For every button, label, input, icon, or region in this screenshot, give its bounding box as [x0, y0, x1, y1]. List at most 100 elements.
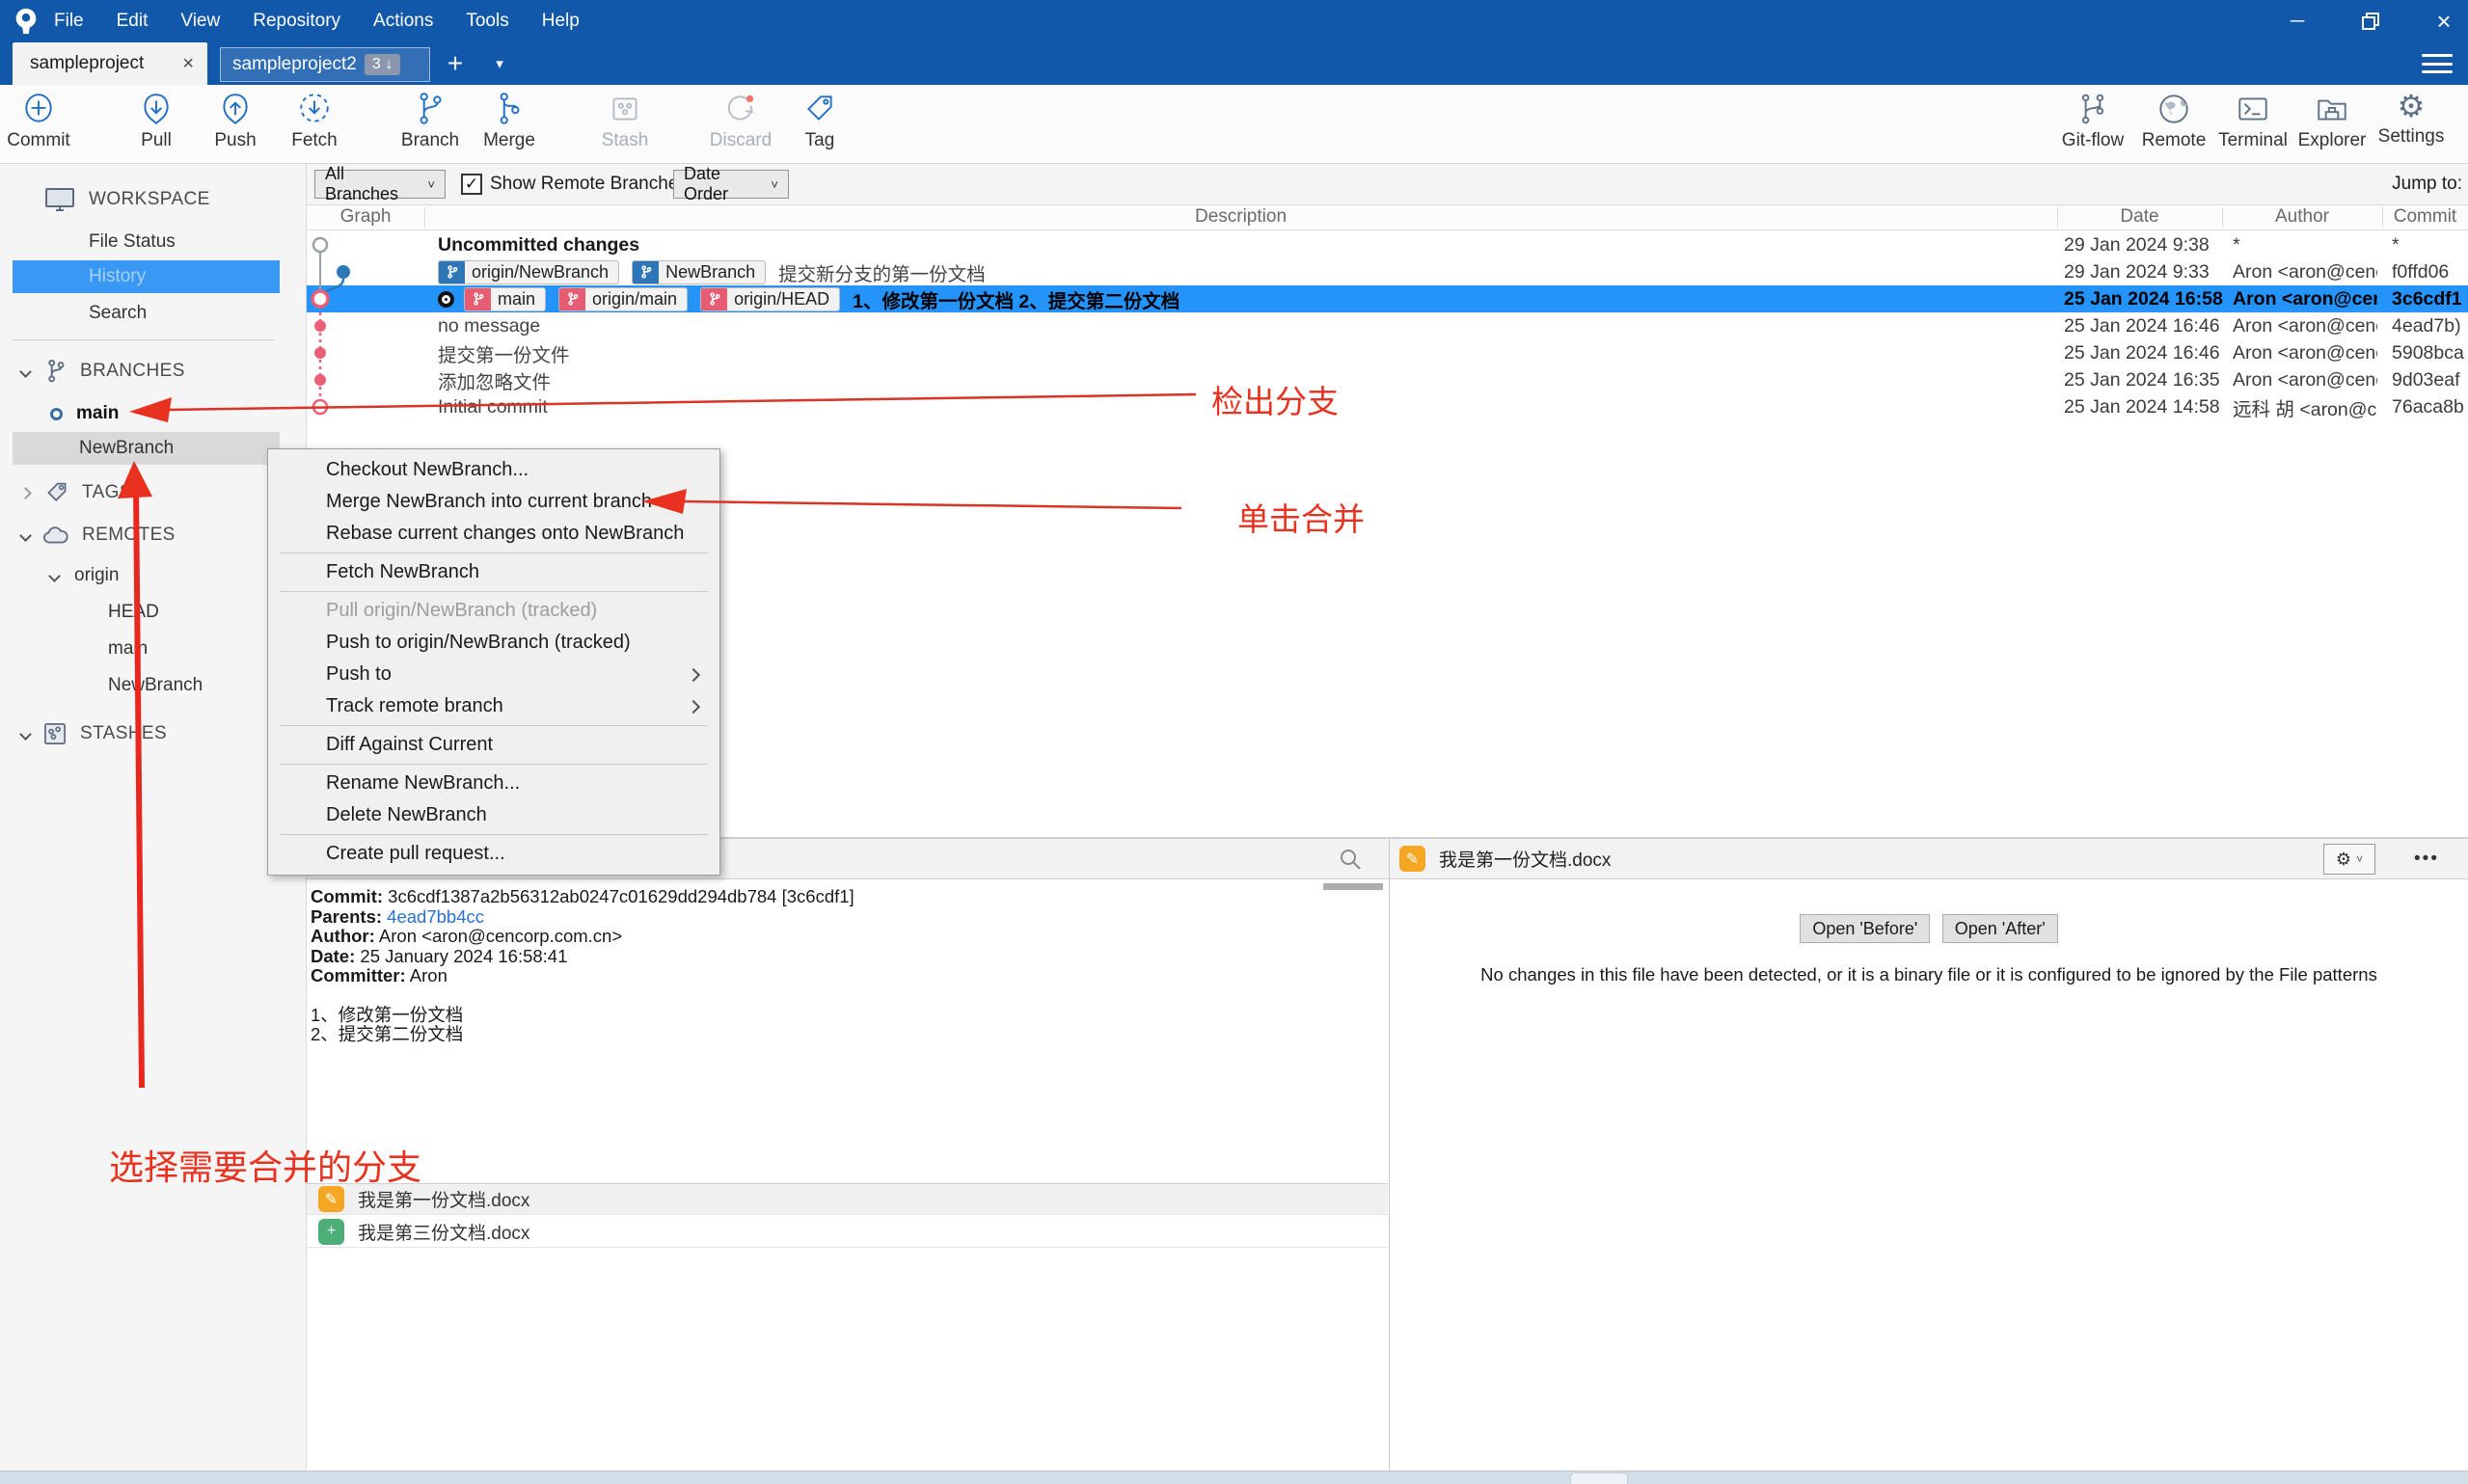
new-tab-button[interactable]: +	[439, 48, 472, 79]
merge-icon	[500, 93, 520, 124]
hamburger-menu-icon[interactable]	[2420, 50, 2454, 77]
horizontal-scrollbar[interactable]	[1323, 883, 1383, 890]
menu-tools[interactable]: Tools	[466, 11, 508, 32]
menu-item-delete[interactable]: Delete NewBranch	[270, 799, 718, 831]
history-row-newbranch-tip[interactable]: origin/NewBranch NewBranch 提交新分支的第一份文档 2…	[307, 258, 2468, 285]
history-row-initial-commit[interactable]: Initial commit 25 Jan 2024 14:58 远科 胡 <a…	[307, 393, 2468, 420]
head-indicator-icon	[438, 290, 454, 308]
ref-chip-newbranch[interactable]: NewBranch	[632, 259, 767, 284]
menu-item-create-pull-request[interactable]: Create pull request...	[270, 838, 718, 870]
gear-icon: ⚙	[2335, 849, 2352, 869]
sidebar-branch-main[interactable]: main	[0, 399, 307, 428]
menu-item-checkout[interactable]: Checkout NewBranch...	[270, 454, 718, 486]
statusbar-handle[interactable]	[1570, 1472, 1628, 1484]
history-row[interactable]: 提交第一份文件 25 Jan 2024 16:46 Aron <aron@cen…	[307, 339, 2468, 366]
sidebar-divider	[13, 339, 275, 340]
tag-button[interactable]: Tag	[773, 89, 866, 160]
sidebar-section-stashes[interactable]: STASHES	[0, 719, 307, 748]
menu-item-rebase[interactable]: Rebase current changes onto NewBranch	[270, 518, 718, 550]
sidebar-item-history[interactable]: History	[0, 262, 307, 291]
commit-button[interactable]: Commit	[0, 89, 85, 160]
sidebar-section-tags[interactable]: TAGS	[0, 478, 307, 507]
more-options-button[interactable]: •••	[2414, 844, 2439, 875]
diff-options-button[interactable]: ⚙ ˅	[2323, 844, 2375, 875]
menu-item-merge[interactable]: Merge NewBranch into current branch	[270, 486, 718, 518]
ref-chip-main[interactable]: main	[464, 286, 547, 311]
current-branch-icon	[50, 407, 63, 420]
file-list-item-modified[interactable]: ✎ 我是第一份文档.docx	[307, 1183, 1388, 1215]
terminal-icon	[2238, 97, 2267, 121]
show-remote-checkbox[interactable]: ✓	[461, 174, 482, 195]
open-before-button[interactable]: Open 'Before'	[1800, 914, 1931, 943]
branch-filter-dropdown[interactable]: All Branches ˅	[314, 164, 446, 203]
menu-item-push-to[interactable]: Push to	[270, 659, 718, 690]
close-button[interactable]: ×	[2429, 7, 2458, 36]
column-header-date[interactable]: Date	[2057, 206, 2222, 228]
menu-item-track-remote[interactable]: Track remote branch	[270, 690, 718, 722]
submenu-chevron-icon	[686, 667, 701, 682]
sidebar-remote-head[interactable]: HEAD	[0, 598, 307, 627]
menu-file[interactable]: File	[54, 11, 84, 32]
sidebar-branch-newbranch[interactable]: NewBranch	[0, 434, 307, 463]
git-flow-button[interactable]: Git-flow	[2047, 89, 2139, 160]
history-row[interactable]: 添加忽略文件 25 Jan 2024 16:35 Aron <aron@cenc…	[307, 366, 2468, 393]
no-changes-message: No changes in this file have been detect…	[1480, 964, 2377, 985]
menu-item-pull: Pull origin/NewBranch (tracked)	[326, 600, 598, 621]
search-icon[interactable]	[1339, 848, 1362, 871]
menu-edit[interactable]: Edit	[117, 11, 149, 32]
menu-item-rename[interactable]: Rename NewBranch...	[270, 768, 718, 799]
tab-sampleproject2[interactable]: sampleproject2 3 ↓	[220, 47, 430, 82]
pull-icon	[144, 94, 169, 124]
menu-actions[interactable]: Actions	[373, 11, 433, 32]
menu-repository[interactable]: Repository	[253, 11, 340, 32]
settings-button[interactable]: ⚙ Settings	[2365, 89, 2457, 160]
menu-view[interactable]: View	[180, 11, 220, 32]
fetch-button[interactable]: Fetch	[268, 89, 361, 160]
history-row-selected-main[interactable]: main origin/main origin/HEAD 1、修改第一份文档 2…	[307, 285, 2468, 312]
chevron-down-icon	[19, 528, 32, 542]
open-after-button[interactable]: Open 'After'	[1941, 914, 2058, 943]
file-list-item-added[interactable]: + 我是第三份文档.docx	[307, 1216, 1388, 1248]
sidebar-remote-newbranch[interactable]: NewBranch	[0, 671, 307, 700]
diff-pane: ✎ 我是第一份文档.docx ⚙ ˅ ••• Open 'Before' Ope…	[1390, 839, 2468, 1471]
branch-icon	[465, 287, 491, 310]
sidebar-remote-origin[interactable]: origin	[0, 561, 307, 590]
history-row-uncommitted[interactable]: Uncommitted changes 29 Jan 2024 9:38 * *	[307, 231, 2468, 258]
parent-commit-link[interactable]: 4ead7bb4cc	[387, 906, 484, 927]
sidebar-section-remotes[interactable]: REMOTES	[0, 521, 307, 550]
modified-file-icon: ✎	[1399, 846, 1425, 872]
sidebar-remote-main[interactable]: main	[0, 634, 307, 663]
sidebar-item-search[interactable]: Search	[0, 299, 307, 328]
sort-order-dropdown[interactable]: Date Order ˅	[673, 164, 789, 203]
commit-message-line: 1、修改第一份文档	[311, 1004, 464, 1025]
restore-icon	[2362, 13, 2379, 30]
tab-sampleproject[interactable]: sampleproject ×	[13, 42, 207, 85]
tab-list-dropdown[interactable]: ▾	[487, 48, 512, 79]
menu-item-diff-against-current[interactable]: Diff Against Current	[270, 729, 718, 761]
column-header-author[interactable]: Author	[2222, 206, 2382, 228]
column-header-graph[interactable]: Graph	[307, 206, 424, 228]
history-row[interactable]: no message 25 Jan 2024 16:46 Aron <aron@…	[307, 312, 2468, 339]
menu-item-push-tracked[interactable]: Push to origin/NewBranch (tracked)	[270, 627, 718, 659]
stash-button[interactable]: Stash	[579, 89, 671, 160]
branch-icon	[559, 287, 586, 310]
ref-chip-origin-newbranch[interactable]: origin/NewBranch	[438, 259, 620, 284]
ref-chip-origin-head[interactable]: origin/HEAD	[700, 286, 841, 311]
menu-separator	[280, 834, 708, 835]
close-tab-icon[interactable]: ×	[182, 53, 194, 75]
menu-help[interactable]: Help	[542, 11, 580, 32]
menu-separator	[280, 725, 708, 726]
column-header-description[interactable]: Description	[424, 206, 2057, 228]
ref-chip-origin-main[interactable]: origin/main	[558, 286, 689, 311]
restore-button[interactable]	[2356, 7, 2385, 36]
sidebar-section-branches[interactable]: BRANCHES	[0, 357, 307, 386]
history-table-header: Graph Description Date Author Commit	[307, 205, 2468, 230]
minimize-button[interactable]: ─	[2283, 7, 2312, 36]
diff-pane-header: ✎ 我是第一份文档.docx ⚙ ˅ •••	[1390, 839, 2468, 879]
merge-button[interactable]: Merge	[463, 89, 556, 160]
menu-item-fetch[interactable]: Fetch NewBranch	[270, 556, 718, 588]
sidebar: WORKSPACE File Status History Search BRA…	[0, 164, 307, 1471]
sidebar-item-file-status[interactable]: File Status	[0, 228, 307, 256]
branch-icon	[633, 260, 660, 283]
column-header-commit[interactable]: Commit	[2382, 206, 2468, 228]
